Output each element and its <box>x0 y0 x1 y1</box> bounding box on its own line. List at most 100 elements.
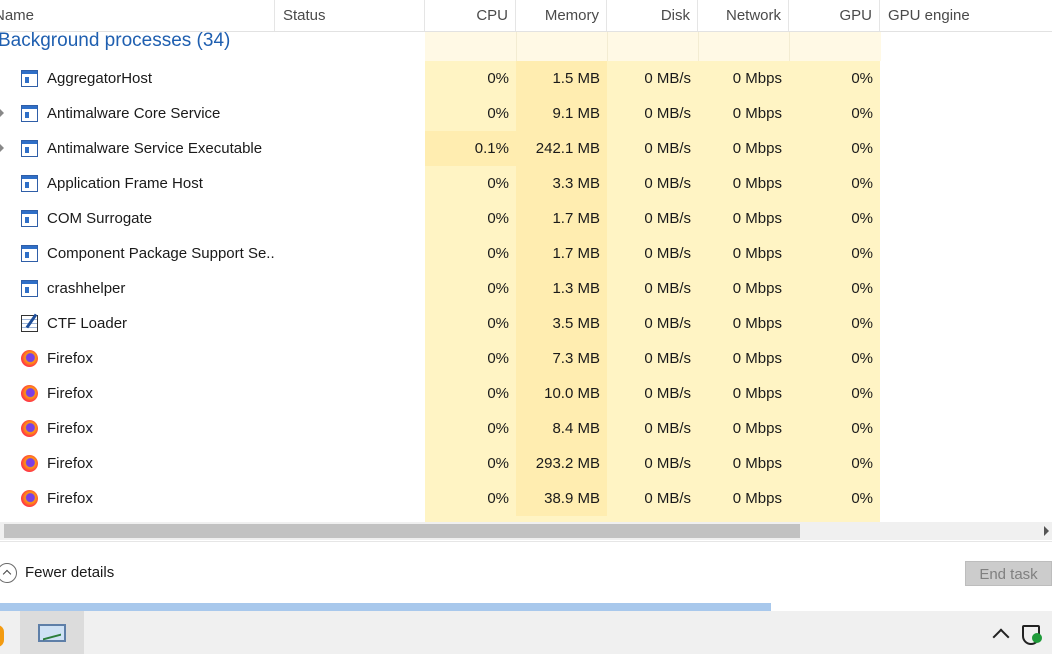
process-name-cell: CTF Loader <box>0 306 275 341</box>
memory-cell: 1.7 MB <box>516 201 607 236</box>
footer-bar: Fewer details End task <box>0 541 1052 604</box>
process-name: Antimalware Core Service <box>47 105 221 122</box>
process-name: Component Package Support Se... <box>47 245 275 262</box>
table-row[interactable]: Antimalware Core Service 0% 9.1 MB 0 MB/… <box>0 96 1052 131</box>
network-cell: 0 Mbps <box>698 61 789 96</box>
process-name-cell: Component Package Support Se... <box>0 236 275 271</box>
header-name[interactable]: Name <box>0 0 275 31</box>
disk-cell: 0 MB/s <box>607 341 698 376</box>
taskbar-app-icon[interactable] <box>0 625 4 647</box>
chevron-up-circle-icon <box>0 563 17 583</box>
cpu-cell: 0% <box>425 96 516 131</box>
process-name: Firefox <box>47 385 93 402</box>
table-row[interactable]: Firefox 0% 10.0 MB 0 MB/s 0 Mbps 0% <box>0 376 1052 411</box>
group-title[interactable]: Background processes (34) <box>0 32 230 61</box>
disk-cell: 0 MB/s <box>607 446 698 481</box>
header-status[interactable]: Status <box>275 0 425 31</box>
header-network[interactable]: Network <box>698 0 789 31</box>
table-row[interactable]: COM Surrogate 0% 1.7 MB 0 MB/s 0 Mbps 0% <box>0 201 1052 236</box>
gpu-cell: 0% <box>789 131 880 166</box>
gpu-engine-cell <box>880 61 1052 96</box>
table-row[interactable]: AggregatorHost 0% 1.5 MB 0 MB/s 0 Mbps 0… <box>0 61 1052 96</box>
gpu-cell: 0% <box>789 271 880 306</box>
memory-cell: 1.7 MB <box>516 236 607 271</box>
process-name: Firefox <box>47 420 93 437</box>
status-cell <box>275 411 425 446</box>
gpu-engine-cell <box>880 481 1052 516</box>
table-row[interactable]: Firefox 0% 7.3 MB 0 MB/s 0 Mbps 0% <box>0 341 1052 376</box>
app-window-icon <box>21 175 38 192</box>
table-row[interactable]: Firefox 0% 293.2 MB 0 MB/s 0 Mbps 0% <box>0 446 1052 481</box>
expand-arrow-icon[interactable] <box>0 144 4 152</box>
status-cell <box>275 166 425 201</box>
process-name-cell: Firefox <box>0 446 275 481</box>
status-cell <box>275 201 425 236</box>
end-task-button[interactable]: End task <box>965 561 1052 586</box>
network-cell: 0 Mbps <box>698 376 789 411</box>
show-hidden-icons-chevron-icon[interactable] <box>992 628 1010 646</box>
process-name: Firefox <box>47 350 93 367</box>
table-row[interactable]: Firefox 0% 38.9 MB 0 MB/s 0 Mbps 0% <box>0 481 1052 516</box>
cpu-cell: 0% <box>425 201 516 236</box>
disk-cell: 0 MB/s <box>607 376 698 411</box>
network-cell: 0 Mbps <box>698 481 789 516</box>
table-row[interactable]: Firefox 0% 8.4 MB 0 MB/s 0 Mbps 0% <box>0 411 1052 446</box>
table-row[interactable]: crashhelper 0% 1.3 MB 0 MB/s 0 Mbps 0% <box>0 271 1052 306</box>
app-window-icon <box>21 140 38 157</box>
cpu-cell: 0% <box>425 411 516 446</box>
memory-cell: 7.3 MB <box>516 341 607 376</box>
disk-cell: 0 MB/s <box>607 306 698 341</box>
disk-cell: 0 MB/s <box>607 131 698 166</box>
network-cell: 0 Mbps <box>698 446 789 481</box>
cpu-cell: 0% <box>425 236 516 271</box>
status-cell <box>275 481 425 516</box>
memory-cell: 1.5 MB <box>516 61 607 96</box>
security-shield-icon[interactable] <box>1022 625 1042 645</box>
header-gpu-engine[interactable]: GPU engine <box>880 0 1052 31</box>
gpu-cell: 0% <box>789 446 880 481</box>
process-list: Background processes (34) AggregatorHost… <box>0 32 1052 522</box>
status-cell <box>275 96 425 131</box>
process-name: Application Frame Host <box>47 175 203 192</box>
status-cell <box>275 271 425 306</box>
gpu-cell: 0% <box>789 306 880 341</box>
process-name-cell: Firefox <box>0 341 275 376</box>
memory-cell: 9.1 MB <box>516 96 607 131</box>
app-window-icon <box>21 70 38 87</box>
firefox-icon <box>21 420 38 437</box>
gpu-engine-cell <box>880 131 1052 166</box>
table-row[interactable]: CTF Loader 0% 3.5 MB 0 MB/s 0 Mbps 0% <box>0 306 1052 341</box>
gpu-engine-cell <box>880 306 1052 341</box>
taskbar-task-manager-button[interactable] <box>20 611 84 654</box>
table-row[interactable]: Antimalware Service Executable 0.1% 242.… <box>0 131 1052 166</box>
disk-cell: 0 MB/s <box>607 201 698 236</box>
header-disk[interactable]: Disk <box>607 0 698 31</box>
header-memory[interactable]: Memory <box>516 0 607 31</box>
horizontal-scrollbar[interactable] <box>0 522 1052 540</box>
table-row[interactable]: Application Frame Host 0% 3.3 MB 0 MB/s … <box>0 166 1052 201</box>
table-row[interactable]: Component Package Support Se... 0% 1.7 M… <box>0 236 1052 271</box>
status-cell <box>275 376 425 411</box>
network-cell: 0 Mbps <box>698 341 789 376</box>
app-window-icon <box>21 280 38 297</box>
cpu-cell: 0.1% <box>425 131 516 166</box>
fewer-details-button[interactable]: Fewer details <box>0 560 114 586</box>
status-cell <box>275 306 425 341</box>
header-gpu[interactable]: GPU <box>789 0 880 31</box>
memory-cell: 3.3 MB <box>516 166 607 201</box>
cpu-cell: 0% <box>425 341 516 376</box>
gpu-engine-cell <box>880 166 1052 201</box>
process-name-cell: Antimalware Core Service <box>0 96 275 131</box>
network-cell: 0 Mbps <box>698 201 789 236</box>
memory-cell: 3.5 MB <box>516 306 607 341</box>
gpu-engine-cell <box>880 341 1052 376</box>
disk-cell: 0 MB/s <box>607 481 698 516</box>
process-name-cell: Firefox <box>0 481 275 516</box>
expand-arrow-icon[interactable] <box>0 109 4 117</box>
gpu-engine-cell <box>880 376 1052 411</box>
scrollbar-thumb[interactable] <box>4 524 800 538</box>
header-cpu[interactable]: CPU <box>425 0 516 31</box>
scroll-right-icon[interactable] <box>1044 526 1049 536</box>
process-name: CTF Loader <box>47 315 128 332</box>
network-cell: 0 Mbps <box>698 131 789 166</box>
